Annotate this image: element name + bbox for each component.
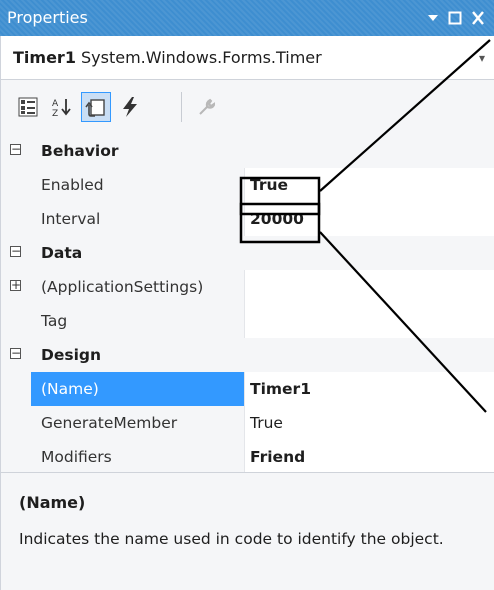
- property-name: Tag: [41, 312, 68, 330]
- alphabetical-icon[interactable]: A Z: [47, 92, 77, 122]
- property-name: GenerateMember: [41, 414, 178, 432]
- events-icon[interactable]: [115, 92, 145, 122]
- svg-text:A: A: [52, 99, 59, 109]
- category-data[interactable]: − Data: [1, 236, 494, 270]
- property-name: (Name): [41, 380, 99, 398]
- property-value[interactable]: 20000: [250, 202, 304, 236]
- collapse-icon[interactable]: −: [10, 143, 21, 155]
- property-name: (ApplicationSettings): [41, 278, 204, 296]
- description-title: (Name): [19, 493, 86, 512]
- categorized-icon[interactable]: [13, 92, 43, 122]
- property-grid: − Behavior Enabled True Interval 20000 −…: [0, 134, 494, 474]
- expand-icon[interactable]: +: [10, 279, 21, 291]
- property-row-tag[interactable]: Tag: [1, 304, 494, 338]
- category-design[interactable]: − Design: [1, 338, 494, 372]
- category-behavior[interactable]: − Behavior: [1, 134, 494, 168]
- toolbar-separator: [181, 92, 182, 122]
- property-name: Modifiers: [41, 448, 112, 466]
- properties-icon[interactable]: [81, 92, 111, 122]
- description-panel: (Name) Indicates the name used in code t…: [0, 472, 494, 590]
- property-value[interactable]: Timer1: [250, 372, 311, 406]
- property-row-modifiers[interactable]: Modifiers Friend: [1, 440, 494, 474]
- property-pages-icon[interactable]: [191, 92, 221, 122]
- property-row-interval[interactable]: Interval 20000: [1, 202, 494, 236]
- property-value-cell[interactable]: [244, 304, 494, 338]
- property-row-generate-member[interactable]: GenerateMember True: [1, 406, 494, 440]
- property-row-enabled[interactable]: Enabled True: [1, 168, 494, 202]
- maximize-icon[interactable]: [446, 0, 464, 36]
- property-row-application-settings[interactable]: + (ApplicationSettings): [1, 270, 494, 304]
- svg-text:Z: Z: [52, 109, 58, 118]
- property-value[interactable]: True: [250, 168, 288, 202]
- category-label: Data: [41, 244, 83, 262]
- collapse-icon[interactable]: −: [10, 245, 21, 257]
- object-selector[interactable]: Timer1 System.Windows.Forms.Timer ▾: [0, 36, 494, 80]
- property-value[interactable]: True: [250, 406, 283, 440]
- property-value[interactable]: Friend: [250, 440, 305, 474]
- category-label: Design: [41, 346, 102, 364]
- properties-toolbar: A Z: [0, 80, 494, 134]
- object-name: Timer1: [13, 48, 76, 67]
- description-text: Indicates the name used in code to ident…: [19, 530, 444, 548]
- property-value-cell[interactable]: [244, 270, 494, 304]
- close-icon[interactable]: [468, 0, 488, 36]
- property-row-name[interactable]: (Name) Timer1: [1, 372, 494, 406]
- property-name: Enabled: [41, 176, 104, 194]
- object-type: System.Windows.Forms.Timer: [81, 48, 322, 67]
- category-label: Behavior: [41, 142, 119, 160]
- triangle-down-icon[interactable]: [424, 0, 442, 36]
- chevron-down-icon[interactable]: ▾: [479, 36, 485, 80]
- properties-title-bar: Properties: [0, 0, 494, 36]
- collapse-icon[interactable]: −: [10, 347, 21, 359]
- property-name: Interval: [41, 210, 101, 228]
- window-title: Properties: [7, 8, 88, 27]
